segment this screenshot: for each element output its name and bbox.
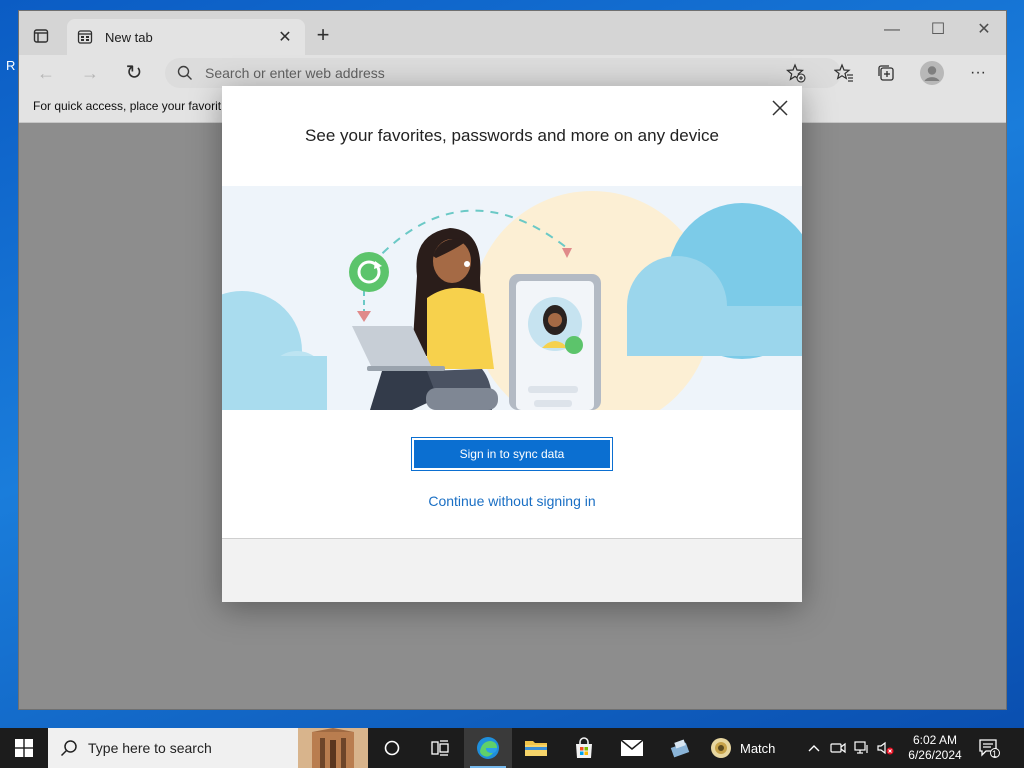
soccer-ball-icon <box>711 738 731 758</box>
profile-button[interactable] <box>919 60 945 86</box>
taskbar-pinned-app[interactable] <box>656 728 704 768</box>
collections-icon <box>878 65 894 81</box>
edge-icon <box>477 737 499 759</box>
start-button[interactable] <box>0 728 48 768</box>
tray-volume[interactable] <box>874 728 898 768</box>
search-highlight-art <box>298 728 368 768</box>
folder-icon <box>525 741 547 756</box>
more-menu-button[interactable]: ··· <box>965 60 991 86</box>
close-dialog-icon[interactable] <box>770 98 790 118</box>
volume-muted-icon <box>877 741 894 755</box>
store-bag-icon <box>576 737 592 758</box>
tab-new-tab[interactable]: New tab ✕ <box>67 19 305 55</box>
refresh-button[interactable]: ↻ <box>119 59 149 87</box>
tab-actions-icon <box>33 29 49 43</box>
title-bar: New tab ✕ + — ☐ ✕ <box>19 11 1006 55</box>
network-icon <box>854 741 868 754</box>
search-icon <box>60 740 77 757</box>
address-placeholder: Search or enter web address <box>205 65 385 81</box>
close-window-button[interactable]: ✕ <box>969 17 999 43</box>
search-icon <box>177 65 192 80</box>
tray-meet-now[interactable] <box>826 728 850 768</box>
dialog-title: See your favorites, passwords and more o… <box>305 126 719 145</box>
clock-time: 6:02 AM <box>912 733 958 747</box>
mail-envelope-icon <box>620 739 644 756</box>
taskbar-mail[interactable] <box>608 728 656 768</box>
network-tool-icon <box>670 739 690 758</box>
taskbar-store[interactable] <box>560 728 608 768</box>
taskbar-search-box[interactable]: Type here to search <box>48 728 368 768</box>
new-tab-page-icon <box>77 30 93 44</box>
continue-without-signin-link[interactable]: Continue without signing in <box>222 493 802 509</box>
add-favorite-button[interactable] <box>783 60 809 86</box>
desktop-icon-label-fragment[interactable]: R <box>6 58 15 73</box>
tab-title: New tab <box>105 29 153 45</box>
weather-label: Match <box>740 740 776 756</box>
action-center-button[interactable]: 1 <box>970 728 1008 768</box>
star-add-icon <box>786 63 806 83</box>
back-button[interactable]: ← <box>31 59 61 87</box>
task-view-icon-button[interactable] <box>416 728 464 768</box>
maximize-button[interactable]: ☐ <box>923 17 953 43</box>
windows-logo-icon <box>15 739 33 757</box>
cortana-circle-icon <box>384 740 400 756</box>
favorites-bar-hint: For quick access, place your favorit <box>33 99 222 113</box>
new-tab-button[interactable]: + <box>311 24 335 48</box>
sign-in-sync-button[interactable]: Sign in to sync data <box>411 437 613 471</box>
taskbar-edge[interactable] <box>464 728 512 768</box>
minimize-button[interactable]: — <box>877 17 907 43</box>
tab-actions-button[interactable] <box>29 24 53 48</box>
sync-signin-dialog: See your favorites, passwords and more o… <box>222 86 802 602</box>
avatar-icon <box>920 61 944 85</box>
favorites-button[interactable] <box>831 60 857 86</box>
forward-button[interactable]: → <box>75 59 105 87</box>
tray-network[interactable] <box>850 728 874 768</box>
system-tray <box>802 728 898 768</box>
chevron-up-icon <box>808 745 820 752</box>
clock-date: 6/26/2024 <box>908 748 962 762</box>
task-view-button[interactable] <box>368 728 416 768</box>
collections-button[interactable] <box>873 60 899 86</box>
dialog-footer <box>222 538 802 602</box>
weather-widget[interactable]: Match <box>710 737 800 759</box>
show-hidden-icons-button[interactable] <box>802 728 826 768</box>
notification-count: 1 <box>992 749 998 759</box>
taskbar-search-placeholder: Type here to search <box>88 740 212 756</box>
sync-illustration <box>222 186 802 410</box>
task-view-icon <box>431 740 449 756</box>
favorites-list-icon <box>834 63 853 82</box>
taskbar-file-explorer[interactable] <box>512 728 560 768</box>
camera-icon <box>830 742 846 754</box>
address-bar[interactable]: Search or enter web address <box>165 58 841 88</box>
taskbar-clock[interactable]: 6:02 AM 6/26/2024 <box>900 733 970 763</box>
close-tab-icon[interactable]: ✕ <box>275 27 295 47</box>
taskbar: Type here to search Match 6:02 AM 6/26/2… <box>0 728 1024 768</box>
